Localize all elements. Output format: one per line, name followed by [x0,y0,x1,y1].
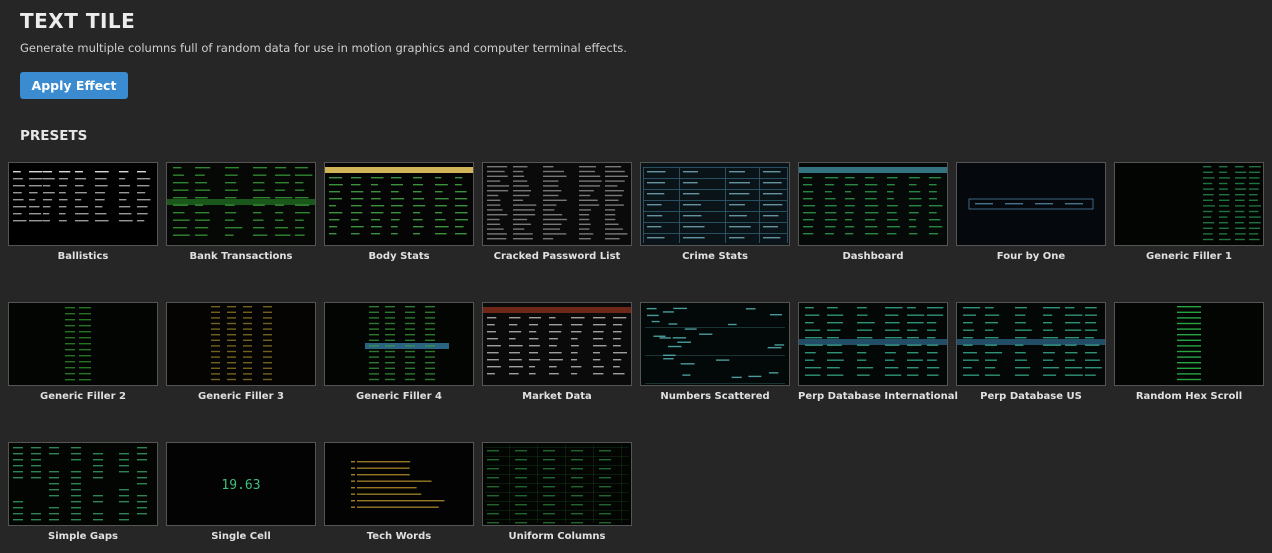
preset-thumbnail[interactable] [956,302,1106,386]
preset-tile[interactable]: Cracked Password List [482,162,632,262]
preset-label: Perp Database International [798,391,958,402]
preset-preview [325,303,473,385]
preset-tile[interactable]: Uniform Columns [482,442,632,542]
preset-preview [483,303,631,385]
preset-label: Cracked Password List [493,251,621,262]
preset-tile[interactable]: Perp Database US [956,302,1106,402]
single-cell-value: 19.63 [221,478,260,493]
preset-thumbnail[interactable] [8,442,158,526]
preset-thumbnail[interactable] [166,162,316,246]
preset-label: Uniform Columns [508,531,606,542]
preset-thumbnail[interactable] [8,302,158,386]
preset-label: Ballistics [57,251,109,262]
preset-thumbnail[interactable] [798,302,948,386]
preset-thumbnail[interactable] [8,162,158,246]
preset-preview [1115,303,1263,385]
preset-thumbnail[interactable] [1114,162,1264,246]
preset-label: Dashboard [842,251,904,262]
preset-tile[interactable]: Four by One [956,162,1106,262]
preset-thumbnail[interactable] [166,302,316,386]
preset-label: Perp Database US [980,391,1082,402]
preset-preview [641,163,789,245]
preset-preview [167,163,315,245]
preset-tile[interactable]: Market Data [482,302,632,402]
preset-label: Four by One [996,251,1066,262]
preset-tile[interactable]: Generic Filler 2 [8,302,158,402]
preset-thumbnail[interactable] [640,302,790,386]
preset-label: Bank Transactions [189,251,293,262]
preset-preview [799,163,947,245]
preset-preview [483,163,631,245]
preset-preview [325,443,473,525]
preset-thumbnail[interactable] [482,162,632,246]
preset-thumbnail[interactable] [1114,302,1264,386]
preset-thumbnail[interactable] [482,302,632,386]
preset-label: Market Data [522,391,592,402]
preset-preview [957,303,1105,385]
preset-tile[interactable]: Tech Words [324,442,474,542]
preset-preview: 19.63 [167,443,315,525]
preset-tile[interactable]: Generic Filler 4 [324,302,474,402]
preset-thumbnail[interactable] [324,302,474,386]
preset-thumbnail[interactable] [324,162,474,246]
preset-tile[interactable]: Generic Filler 3 [166,302,316,402]
preset-tile[interactable]: Ballistics [8,162,158,262]
preset-preview [641,303,789,385]
preset-preview [1115,163,1263,245]
preset-preview [957,163,1105,245]
page-title: TEXT TILE [20,9,136,33]
preset-thumbnail[interactable] [956,162,1106,246]
preset-thumbnail[interactable] [798,162,948,246]
preset-tile[interactable]: Generic Filler 1 [1114,162,1264,262]
preset-tile[interactable]: Simple Gaps [8,442,158,542]
preset-tile[interactable]: Crime Stats [640,162,790,262]
preset-label: Generic Filler 2 [40,391,126,402]
preset-preview [325,163,473,245]
preset-preview [483,443,631,525]
preset-label: Simple Gaps [48,531,118,542]
preset-tile[interactable]: Bank Transactions [166,162,316,262]
preset-preview [9,443,157,525]
preset-thumbnail[interactable]: 19.63 [166,442,316,526]
preset-label: Generic Filler 4 [356,391,442,402]
preset-thumbnail[interactable] [324,442,474,526]
preset-thumbnail[interactable] [640,162,790,246]
preset-tile[interactable]: Perp Database International [798,302,958,402]
preset-preview [9,163,157,245]
effect-description: Generate multiple columns full of random… [20,41,627,55]
preset-tile[interactable]: Body Stats [324,162,474,262]
preset-tile[interactable]: 19.63 Single Cell [166,442,316,542]
preset-label: Generic Filler 3 [198,391,284,402]
preset-tile[interactable]: Dashboard [798,162,948,262]
preset-thumbnail[interactable] [482,442,632,526]
preset-preview [799,303,947,385]
preset-label: Numbers Scattered [660,391,770,402]
preset-label: Generic Filler 1 [1146,251,1232,262]
preset-label: Body Stats [368,251,430,262]
preset-label: Crime Stats [682,251,748,262]
preset-label: Tech Words [366,531,432,542]
preset-label: Single Cell [211,531,271,542]
preset-preview [9,303,157,385]
preset-tile[interactable]: Numbers Scattered [640,302,790,402]
presets-heading: PRESETS [20,128,88,144]
preset-label: Random Hex Scroll [1135,391,1243,402]
apply-effect-button[interactable]: Apply Effect [20,72,128,99]
preset-preview [167,303,315,385]
preset-tile[interactable]: Random Hex Scroll [1114,302,1264,402]
